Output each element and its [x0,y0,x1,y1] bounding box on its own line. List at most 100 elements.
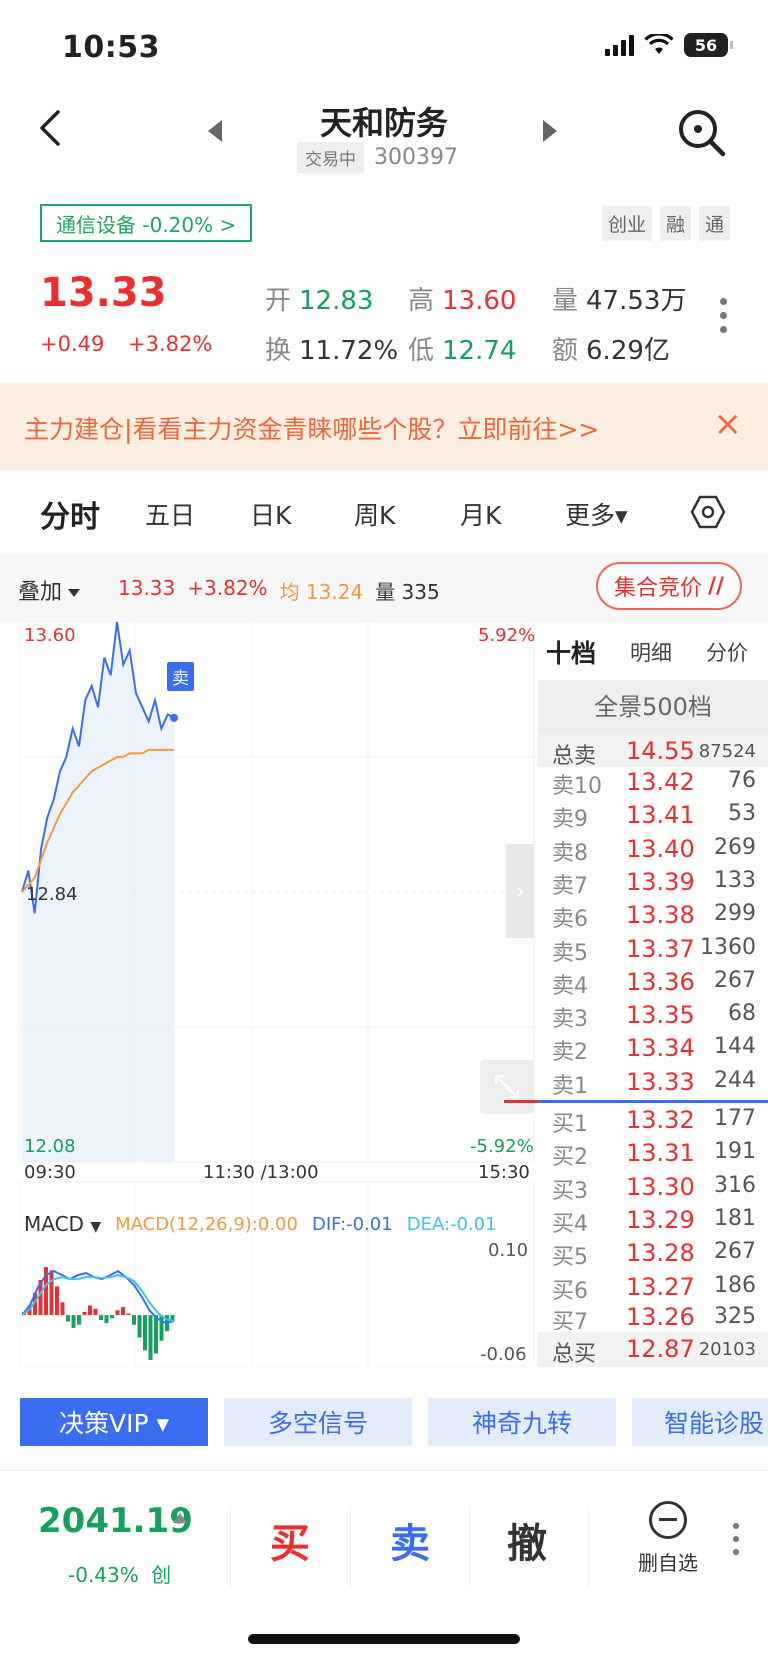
amount-stat: 额 6.29亿 [552,330,670,367]
open-value: 12.83 [299,286,374,316]
sector-button[interactable]: 通信设备 -0.20% > [40,204,253,242]
macd-dropdown[interactable]: MACD ▼ [24,1212,101,1236]
more-icon[interactable] [720,298,727,333]
status-icons: 56 [605,33,733,57]
sell-signal-marker[interactable]: 卖 [167,662,194,691]
trading-status-badge: 交易中 [297,142,364,173]
full-depth-button[interactable]: 全景500档 [538,680,768,734]
intraday-price: 13.33 [118,576,176,600]
macd-bar [132,1315,136,1325]
macd-bar [154,1315,158,1354]
ask-level-label: 卖9 [552,807,588,833]
more-actions-icon[interactable] [733,1523,739,1555]
bid-price: 13.26 [626,1306,695,1330]
ask-level-label: 卖1 [552,1073,588,1099]
intraday-avg: 均 13.24 [279,580,364,604]
cancel-order-button[interactable]: 撤 [507,1511,547,1569]
ask-row[interactable]: 卖9 13.41 53 [538,801,768,834]
ask-level-label: 卖5 [552,940,588,966]
bid-volume: 267 [714,1239,756,1265]
tab-details[interactable]: 明细 [630,637,672,667]
tab-monthly-k[interactable]: 月K [460,496,501,532]
bid-row[interactable]: 买7 13.26 325 [538,1306,768,1330]
high-stat: 高 13.60 [408,280,516,317]
ask-row[interactable]: 卖5 13.37 1360 [538,935,768,968]
tab-weekly-k[interactable]: 周K [354,496,395,532]
ask-volume: 53 [728,801,756,827]
bid-row[interactable]: 买6 13.27 186 [538,1273,768,1306]
buy-button[interactable]: 买 [270,1511,310,1569]
total-buy-volume: 20103 [698,1339,756,1360]
ask-row[interactable]: 卖3 13.35 68 [538,1001,768,1034]
bid-volume: 316 [714,1172,756,1198]
tool-chips: 决策VIP ▾ 多空信号 神奇九转 智能诊股 [0,1398,768,1446]
total-buy-price: 12.87 [626,1335,695,1363]
stock-code: 300397 [374,145,458,170]
status-time: 10:53 [62,30,160,65]
index-value[interactable]: 2041.19 [38,1501,193,1541]
bid-volume: 181 [714,1205,756,1231]
call-auction-button[interactable]: 集合竞价// [596,562,743,610]
intraday-chart[interactable]: 13.60 12.84 12.08 5.92% -5.92% 09:30 11:… [0,622,538,1367]
bid-row[interactable]: 买3 13.30 316 [538,1173,768,1206]
ask-row[interactable]: 卖4 13.36 267 [538,968,768,1001]
next-stock-icon[interactable] [543,120,557,142]
bid-price: 13.27 [626,1272,695,1301]
time-start: 09:30 [24,1162,76,1183]
total-sell-label: 总卖 [552,744,597,769]
ask-volume: 269 [714,834,756,860]
expand-book-handle[interactable]: › [506,844,534,938]
total-sell-row: 总卖 14.55 87524 [538,734,768,769]
period-tabs: 分时 五日 日K 周K 月K 更多▾ [0,472,768,554]
last-price-dot [170,713,178,722]
close-icon[interactable]: × [714,404,743,444]
search-icon[interactable] [675,106,727,158]
smart-diagnosis-button[interactable]: 智能诊股 [632,1398,768,1446]
bid-row[interactable]: 买4 13.29 181 [538,1206,768,1239]
price-change: +0.49 [40,332,105,356]
badge-margin: 融 [659,206,691,241]
bid-row[interactable]: 买5 13.28 267 [538,1239,768,1272]
tab-price-breakdown[interactable]: 分价 [706,637,748,667]
ask-row[interactable]: 卖8 13.40 269 [538,835,768,868]
ask-volume: 1360 [700,934,756,960]
macd-bar [66,1315,70,1322]
ask-row[interactable]: 卖1 13.33 244 [538,1068,768,1101]
bid-row[interactable]: 买2 13.31 191 [538,1139,768,1172]
tab-daily-k[interactable]: 日K [250,496,291,532]
tab-ten-levels[interactable]: 十档 [546,634,596,670]
wifi-icon [644,34,674,54]
macd-bar [126,1313,131,1316]
overlay-dropdown[interactable]: 叠加 [18,574,81,606]
magic-nine-button[interactable]: 神奇九转 [428,1398,616,1446]
spread-divider [538,1100,768,1103]
ask-volume: 76 [728,768,756,793]
ask-level-label: 卖4 [552,973,588,999]
bid-level-label: 买3 [552,1178,588,1204]
tab-intraday[interactable]: 分时 [40,492,100,536]
long-short-signal-button[interactable]: 多空信号 [224,1398,412,1446]
remove-watchlist-button[interactable]: 删自选 [618,1501,718,1576]
tab-more[interactable]: 更多▾ [565,496,628,532]
bid-price: 13.32 [626,1106,695,1134]
tab-five-day[interactable]: 五日 [145,496,195,532]
y-axis-bottom: 12.08 [24,1136,76,1157]
low-label: 低 [408,336,435,366]
macd-bar [143,1315,147,1351]
overlay-label: 叠加 [18,580,63,605]
bid-row[interactable]: 买1 13.32 177 [538,1106,768,1139]
ask-row[interactable]: 卖7 13.39 133 [538,868,768,901]
bid-price: 13.30 [626,1172,695,1201]
ask-row[interactable]: 卖2 13.34 144 [538,1034,768,1067]
chart-settings-icon[interactable] [690,494,726,530]
decision-vip-button[interactable]: 决策VIP ▾ [20,1398,208,1446]
ask-row[interactable]: 卖6 13.38 299 [538,901,768,934]
sell-button[interactable]: 卖 [390,1511,430,1569]
home-indicator [248,1634,520,1644]
fullscreen-icon[interactable] [480,1060,534,1114]
ask-price: 13.35 [626,1001,695,1030]
ask-price: 13.41 [626,801,695,830]
ask-row[interactable]: 卖10 13.42 76 [538,768,768,801]
promo-banner[interactable]: 主力建仓|看看主力资金青睐哪些个股？立即前往>> × [0,382,768,470]
index-change: -0.43% 创 [68,1559,171,1588]
